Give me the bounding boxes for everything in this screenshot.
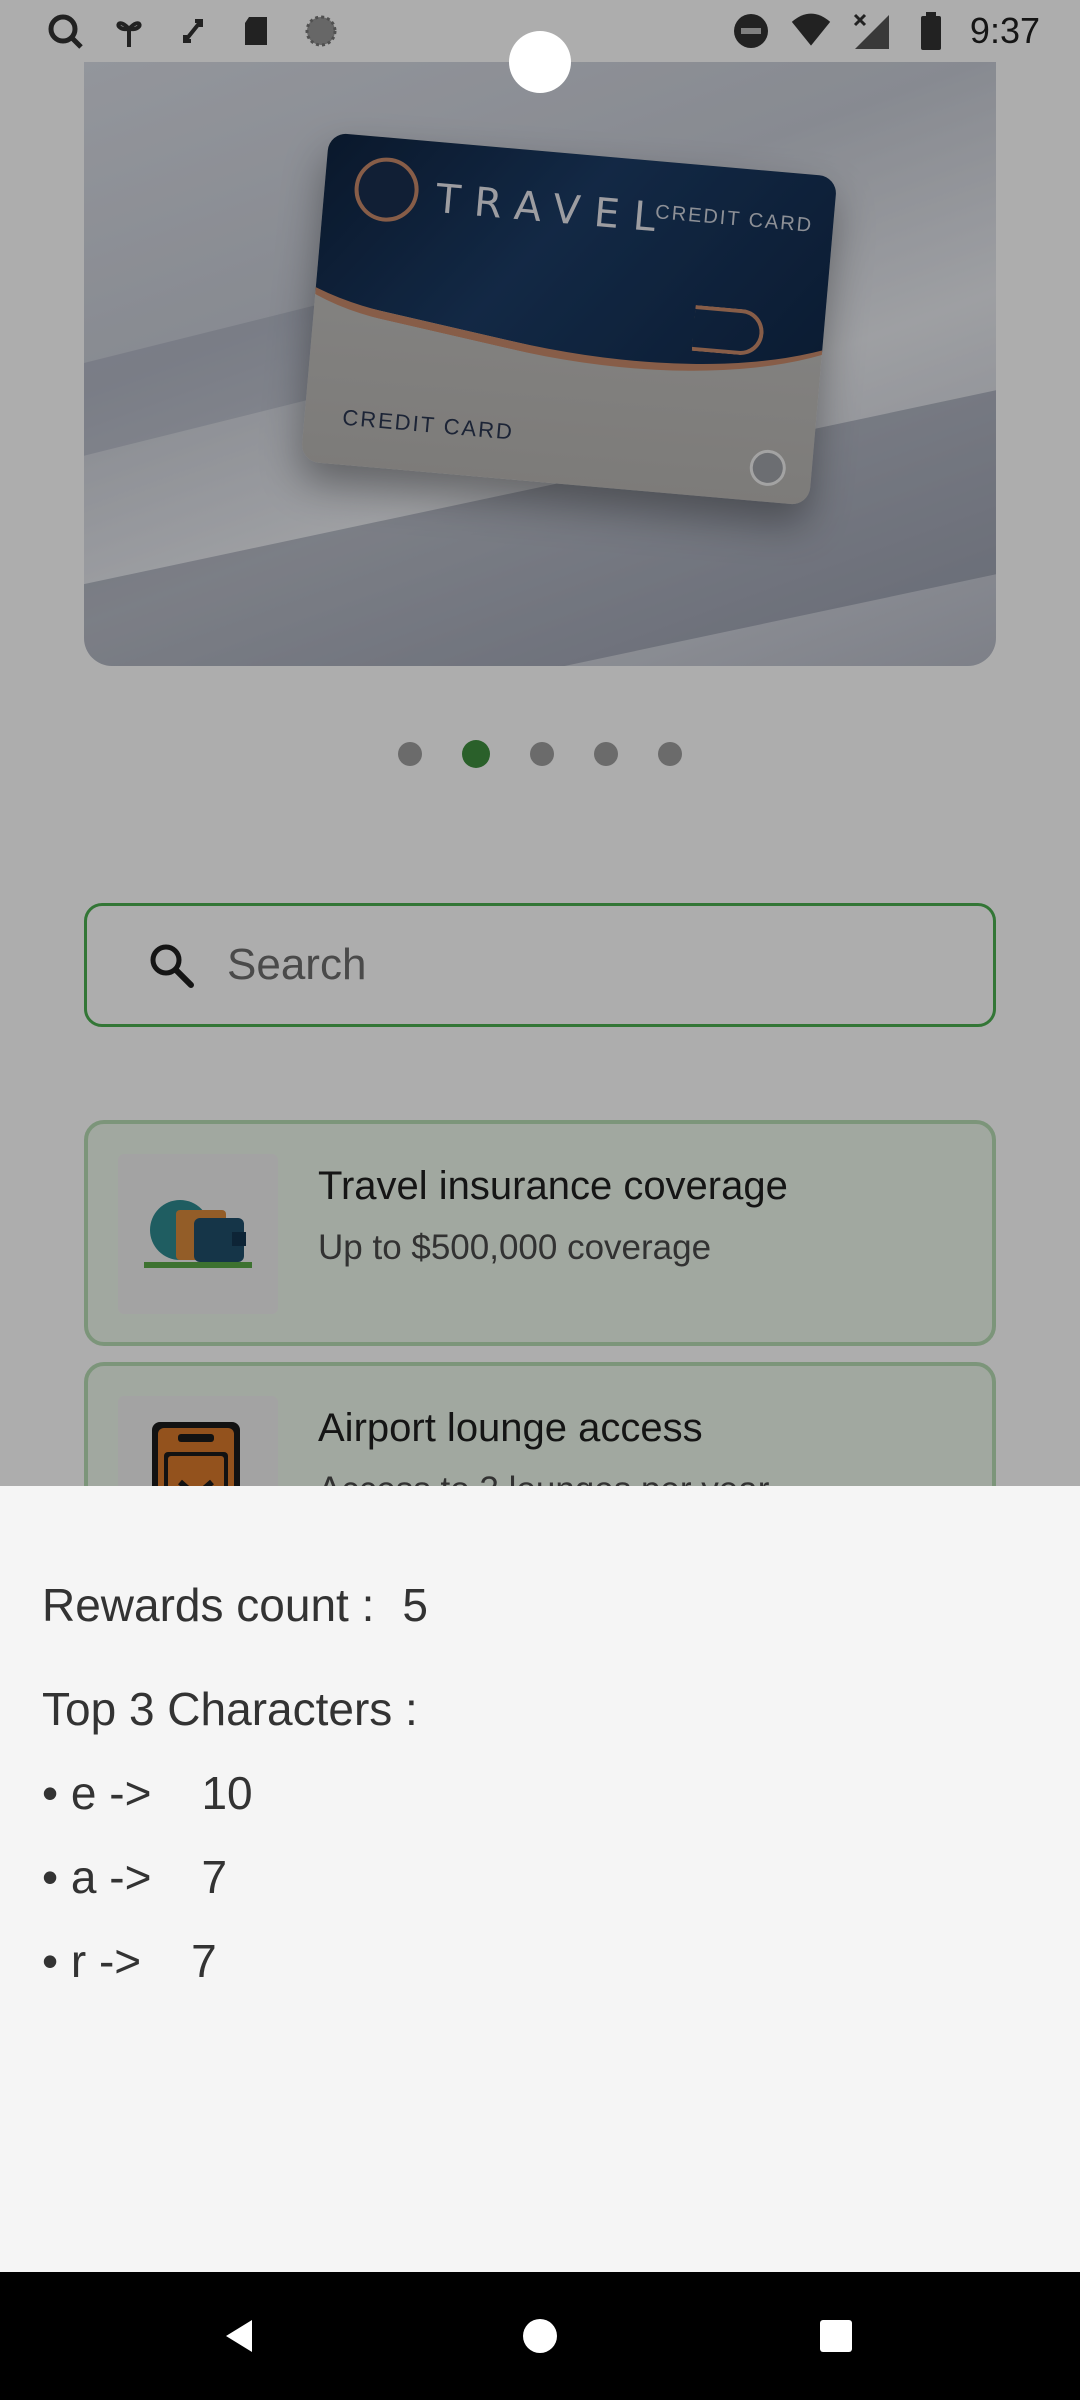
character-row: • a -> 7: [42, 1850, 227, 1904]
sync-icon: [172, 10, 214, 52]
home-icon[interactable]: [510, 2306, 570, 2366]
rewards-count-value: 5: [402, 1579, 428, 1631]
recents-icon[interactable]: [806, 2306, 866, 2366]
carousel-dot[interactable]: [462, 740, 490, 768]
status-right-icons: 9:37: [730, 8, 1040, 54]
benefit-subtitle: Access to 3 lounges per year: [318, 1470, 769, 1486]
rewards-count-row: Rewards count : 5: [42, 1578, 428, 1632]
character-count: 10: [201, 1767, 253, 1819]
search-icon: [44, 10, 86, 52]
mini-globe-icon: [748, 448, 788, 488]
character-label: • e ->: [42, 1767, 152, 1819]
credit-card-image: TRAVEL CREDIT CARD CREDIT CARD: [300, 132, 838, 506]
rewards-count-label: Rewards count :: [42, 1579, 375, 1631]
character-count: 7: [191, 1935, 217, 1987]
sd-card-icon: [236, 10, 278, 52]
carousel-dot[interactable]: [398, 742, 422, 766]
search-icon: [145, 939, 197, 991]
wifi-icon: [790, 10, 832, 52]
benefit-title: Airport lounge access: [318, 1406, 703, 1450]
carousel-indicator[interactable]: [0, 740, 1080, 768]
clock: 9:37: [969, 10, 1040, 51]
benefit-subtitle: Up to $500,000 coverage: [318, 1228, 712, 1267]
promo-carousel[interactable]: TRAVEL CREDIT CARD CREDIT CARD: [84, 62, 996, 666]
back-icon[interactable]: [210, 2306, 270, 2366]
character-label: • a ->: [42, 1851, 152, 1903]
dnd-icon: [730, 10, 772, 52]
carousel-dot[interactable]: [594, 742, 618, 766]
carousel-dot[interactable]: [658, 742, 682, 766]
passport-icon: [118, 1396, 278, 1486]
contactless-icon: [691, 304, 766, 357]
benefit-card-lounge-access[interactable]: Airport lounge access Access to 3 lounge…: [84, 1362, 996, 1486]
carousel-dot[interactable]: [530, 742, 554, 766]
benefit-card-travel-insurance[interactable]: Travel insurance coverage Up to $500,000…: [84, 1120, 996, 1346]
character-label: • r ->: [42, 1935, 142, 1987]
card-label-bottom: CREDIT CARD: [341, 404, 515, 445]
search-box[interactable]: [84, 903, 996, 1027]
no-signal-icon: [850, 10, 892, 52]
character-count: 7: [201, 1851, 228, 1903]
battery-icon: [910, 10, 952, 52]
heart-tool-icon: [108, 10, 150, 52]
navigation-bar: [0, 2272, 1080, 2400]
character-row: • e -> 10: [42, 1766, 253, 1820]
character-row: • r -> 7: [42, 1934, 217, 1988]
camera-cutout: [509, 31, 571, 93]
search-input[interactable]: [227, 940, 927, 990]
benefit-title: Travel insurance coverage: [318, 1164, 788, 1208]
app-background: 9:37 TRAVEL CREDIT CARD CREDIT CARD Sear…: [0, 0, 1080, 1486]
status-left-icons: [44, 8, 342, 54]
spinner-icon: [300, 10, 342, 52]
top-characters-label: Top 3 Characters :: [42, 1683, 418, 1735]
wallet-globe-icon: [118, 1154, 278, 1314]
rewards-bottom-sheet: Rewards count : 5 Top 3 Characters : • e …: [0, 1486, 1080, 2272]
